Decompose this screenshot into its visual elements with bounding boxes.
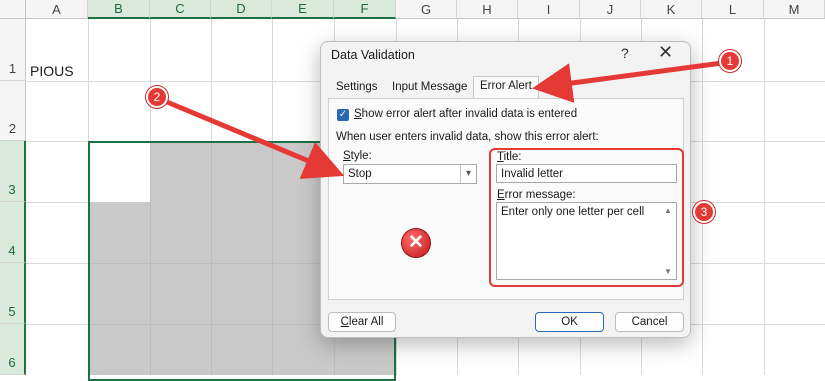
ok-button[interactable]: OK [535, 312, 604, 332]
column-header-d[interactable]: D [211, 0, 272, 19]
show-alert-checkbox[interactable]: ✓ [337, 109, 349, 121]
select-all-corner[interactable] [0, 0, 26, 19]
help-button[interactable]: ? [621, 45, 629, 61]
row-header-4[interactable]: 4 [0, 202, 26, 263]
gridline [702, 19, 703, 375]
dialog-title: Data Validation [331, 48, 415, 62]
column-header-j[interactable]: J [580, 0, 641, 19]
row-header-5[interactable]: 5 [0, 263, 26, 324]
clear-all-button[interactable]: Clear All [328, 312, 396, 332]
when-label: When user enters invalid data, show this… [336, 131, 599, 143]
style-value: Stop [348, 168, 372, 180]
style-label: Style: [343, 150, 372, 162]
show-alert-label[interactable]: Show error alert after invalid data is e… [354, 108, 577, 120]
column-header-i[interactable]: I [518, 0, 580, 19]
data-validation-dialog: Data Validation ? ✕ Settings Input Messa… [320, 41, 691, 338]
annotation-badge-2: 2 [146, 86, 168, 108]
cancel-button[interactable]: Cancel [615, 312, 684, 332]
column-header-c[interactable]: C [150, 0, 211, 19]
column-header-a[interactable]: A [26, 0, 88, 19]
column-header-h[interactable]: H [457, 0, 518, 19]
stop-x-icon: ✕ [401, 228, 431, 258]
annotation-badge-3: 3 [693, 201, 715, 223]
row-header-1[interactable]: 1 [0, 19, 26, 81]
gridline [764, 19, 765, 375]
column-header-l[interactable]: L [702, 0, 764, 19]
tab-error-alert[interactable]: Error Alert [473, 76, 539, 98]
close-icon[interactable]: ✕ [658, 42, 673, 63]
column-header-m[interactable]: M [764, 0, 825, 19]
column-header-g[interactable]: G [396, 0, 457, 19]
chevron-down-icon[interactable]: ▾ [460, 165, 476, 183]
annotation-badge-1: 1 [719, 50, 741, 72]
column-header-e[interactable]: E [272, 0, 334, 19]
row-header-2[interactable]: 2 [0, 81, 26, 141]
cell-a1[interactable]: PIOUS [30, 63, 74, 79]
row-header-6[interactable]: 6 [0, 324, 26, 375]
tab-settings[interactable]: Settings [330, 78, 384, 98]
column-header-k[interactable]: K [641, 0, 702, 19]
column-header-b[interactable]: B [88, 0, 150, 19]
style-select[interactable]: Stop ▾ [343, 164, 477, 184]
tab-input-message[interactable]: Input Message [386, 78, 473, 98]
row-header-3[interactable]: 3 [0, 141, 26, 202]
highlight-frame [489, 148, 684, 287]
column-header-f[interactable]: F [334, 0, 396, 19]
